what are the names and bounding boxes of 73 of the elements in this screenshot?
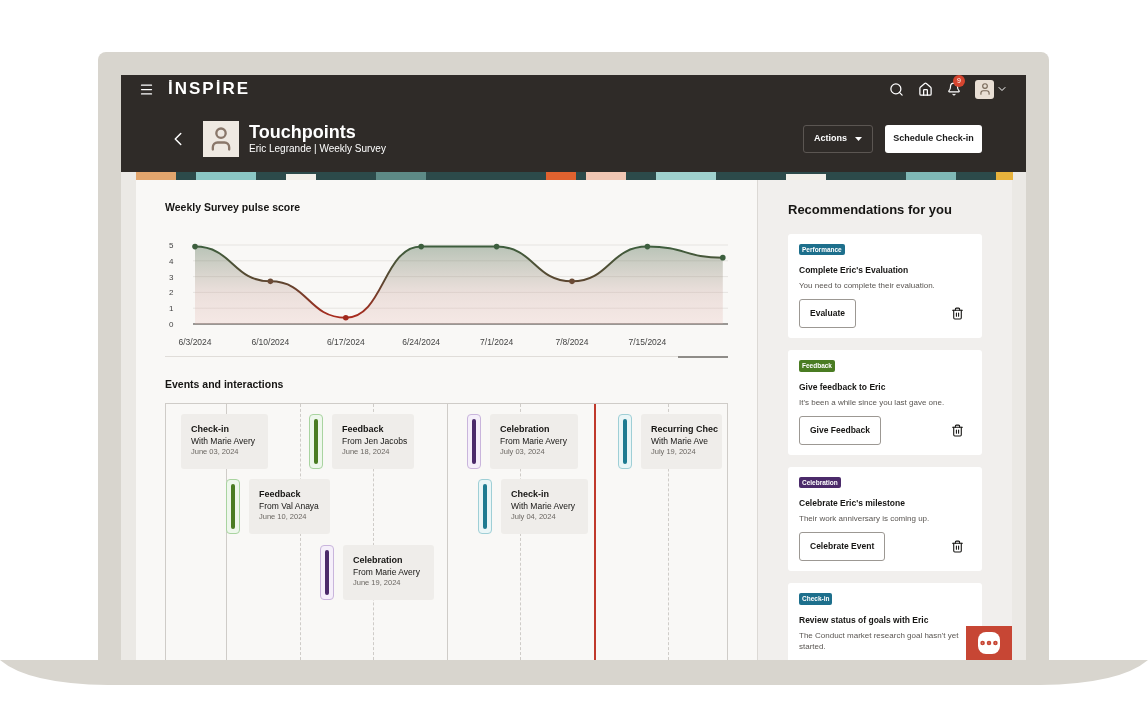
data-point — [720, 254, 726, 261]
actions-menu-button[interactable]: Actions — [803, 125, 873, 153]
chat-bubble-icon — [978, 632, 1000, 654]
section-title: Events and interactions — [165, 376, 285, 392]
event-person: With Marie Ave — [651, 434, 709, 447]
recommendation-text: Their work anniversary is coming up. — [799, 513, 931, 524]
y-tick-label: 0 — [169, 319, 174, 329]
event-marker[interactable] — [618, 413, 632, 469]
schedule-check-in-button[interactable]: Schedule Check-in — [885, 125, 982, 153]
data-point — [192, 243, 198, 250]
recommendation-title: Review status of goals with Eric — [799, 613, 930, 627]
event-person: From Marie Avery — [353, 565, 421, 578]
page-subtitle: Eric Legrande | Weekly Survey — [249, 142, 386, 156]
event-person: From Jen Jacobs — [342, 434, 409, 447]
x-tick-label: 7/15/2024 — [628, 336, 667, 347]
app-logo[interactable]: İNSPİRE — [168, 76, 251, 102]
x-tick-label: 6/10/2024 — [251, 336, 290, 347]
chart-title: Weekly Survey pulse score — [165, 200, 302, 215]
event-title: Recurring Chec — [651, 422, 719, 435]
y-tick-label: 3 — [169, 272, 174, 282]
x-tick-label: 7/8/2024 — [555, 336, 589, 347]
delete-icon[interactable] — [951, 423, 964, 437]
event-title: Check-in — [511, 487, 550, 500]
recommendation-text: You need to complete their evaluation. — [799, 280, 936, 291]
profile-photo-placeholder — [203, 121, 239, 157]
event-marker[interactable] — [309, 413, 323, 469]
x-tick-label: 6/3/2024 — [178, 336, 212, 347]
action-button[interactable]: Evaluate — [799, 299, 856, 328]
home-icon[interactable] — [918, 81, 933, 97]
event-person: From Val Anaya — [259, 499, 320, 512]
search-icon[interactable] — [889, 81, 904, 97]
event-title: Celebration — [353, 553, 404, 566]
event-person: From Marie Avery — [500, 434, 568, 447]
y-tick-label: 1 — [169, 303, 174, 313]
event-title: Feedback — [259, 487, 302, 500]
chat-button[interactable] — [966, 626, 1012, 660]
action-button[interactable]: Celebrate Event — [799, 532, 886, 561]
recommendation-title: Complete Eric's Evaluation — [799, 264, 910, 277]
data-point — [267, 278, 274, 284]
event-person: With Marie Avery — [191, 434, 257, 447]
data-point — [343, 314, 349, 321]
y-tick-label: 2 — [169, 288, 174, 298]
avatar-placeholder[interactable] — [975, 79, 994, 99]
x-tick-label: 6/17/2024 — [326, 336, 365, 347]
recommendation-text: The Conduct market research goal hasn't yet started. — [799, 629, 960, 652]
action-button[interactable]: Give Feedback — [799, 415, 881, 445]
event-marker[interactable] — [467, 413, 481, 469]
data-point — [569, 278, 575, 284]
x-tick-label: 7/1/2024 — [480, 336, 514, 347]
page-title: Touchpoints — [249, 122, 357, 142]
y-tick-label: 4 — [169, 256, 174, 266]
x-tick-label: 6/24/2024 — [402, 336, 441, 347]
event-marker[interactable] — [478, 478, 492, 534]
panel-title: Recommendations for you — [788, 201, 953, 219]
event-marker[interactable] — [320, 544, 334, 600]
event-title: Celebration — [500, 422, 551, 435]
scrollbar-thumb[interactable] — [678, 355, 728, 358]
data-point — [418, 243, 424, 250]
menu-icon[interactable] — [139, 81, 154, 97]
delete-icon[interactable] — [951, 307, 964, 320]
caret-icon — [855, 137, 862, 141]
recommendation-title: Give feedback to Eric — [799, 380, 887, 394]
data-point — [644, 243, 651, 250]
recommendation-text: It's been a while since you last gave one. — [799, 396, 946, 408]
event-title: Check-in — [191, 422, 230, 435]
event-marker[interactable] — [226, 478, 240, 534]
recommendation-title: Celebrate Eric's milestone — [799, 497, 906, 510]
data-point — [493, 243, 500, 250]
bell-icon[interactable] — [947, 82, 961, 96]
event-person: With Marie Avery — [511, 499, 577, 512]
delete-icon[interactable] — [951, 540, 964, 553]
y-tick-label: 5 — [169, 240, 174, 250]
event-title: Feedback — [342, 422, 385, 435]
